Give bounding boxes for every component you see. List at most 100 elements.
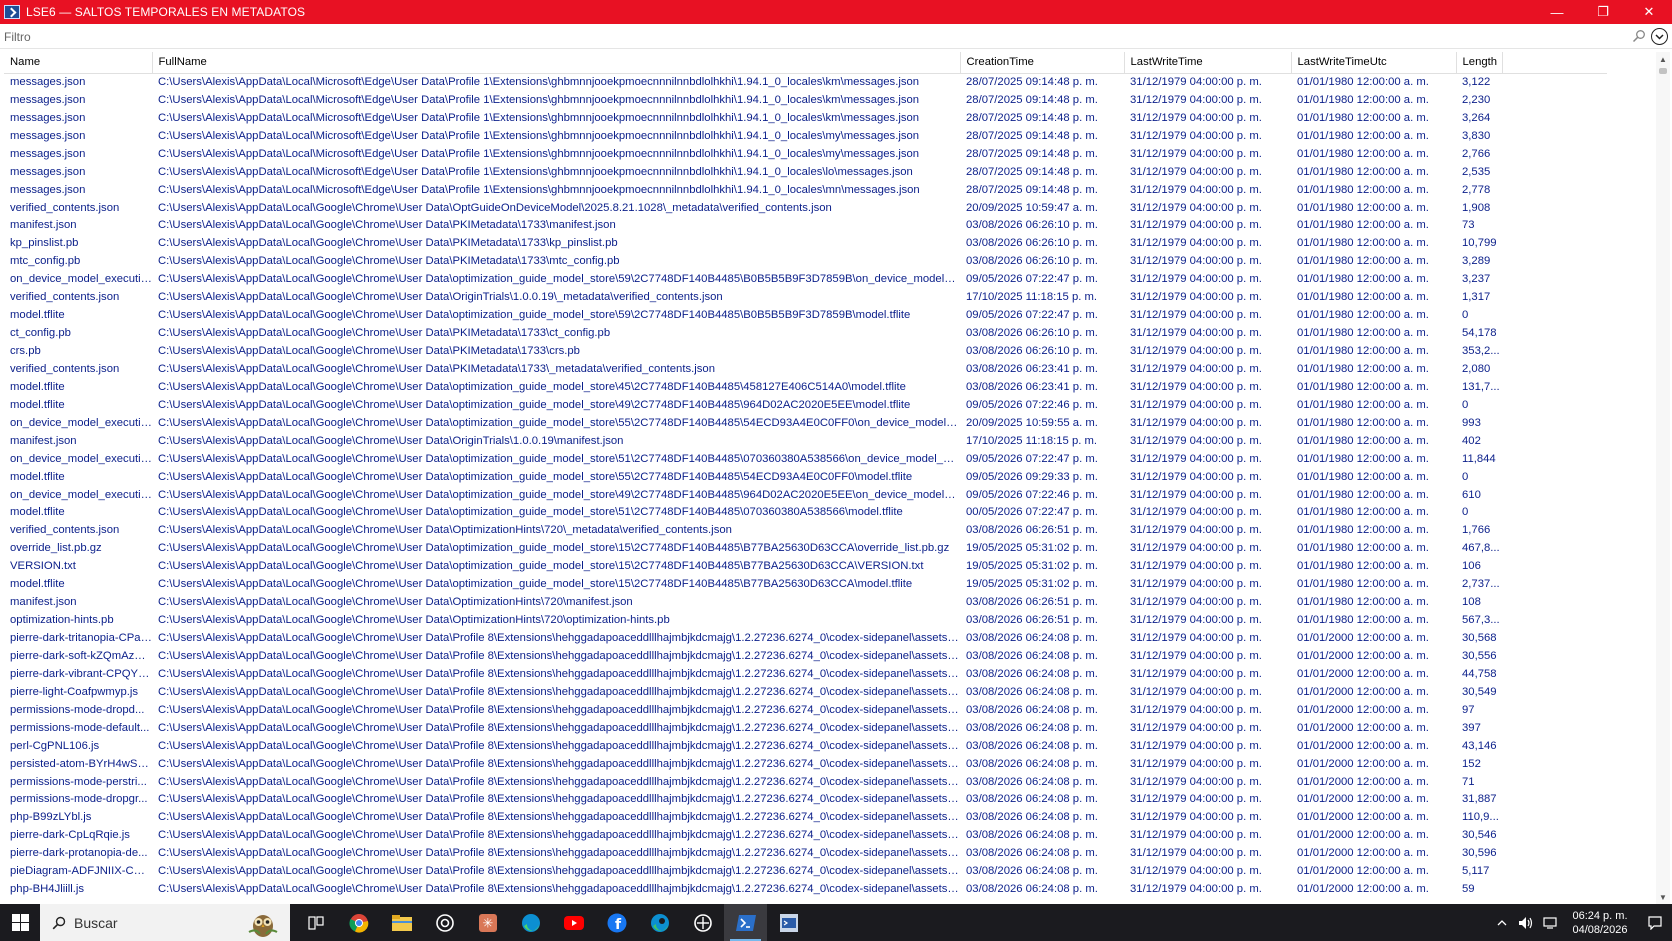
table-row[interactable]: on_device_model_executio... C:\Users\Alex… [4,414,1607,432]
file-explorer-icon[interactable] [380,904,423,941]
taskbar-clock[interactable]: 06:24 p. m. 04/08/2026 [1562,909,1638,937]
table-row[interactable]: messages.json C:\Users\Alexis\AppData\Loc… [4,91,1607,109]
table-row[interactable]: messages.json C:\Users\Alexis\AppData\Loc… [4,163,1607,181]
ise-icon[interactable] [767,904,810,941]
cell-name: messages.json [10,129,86,142]
table-row[interactable]: persisted-atom-BYrH4wSA.js C:\Users\Alexi… [4,755,1607,773]
close-button[interactable]: ✕ [1626,0,1672,24]
start-button[interactable] [0,904,40,941]
cell-creation-time: 03/08/2026 06:24:08 p. m. [966,811,1098,824]
chatgpt-icon[interactable] [423,904,466,941]
task-view-icon[interactable] [294,904,337,941]
vertical-scrollbar[interactable]: ▲ ▼ [1656,52,1670,904]
table-row[interactable]: pierre-dark-CpLqRqie.js C:\Users\Alexis\A… [4,826,1607,844]
network-icon[interactable] [1538,904,1562,941]
table-row[interactable]: VERSION.txt C:\Users\Alexis\AppData\Local… [4,557,1607,575]
table-row[interactable]: model.tflite C:\Users\Alexis\AppData\Loca… [4,306,1607,324]
minimize-button[interactable]: — [1534,0,1580,24]
table-row[interactable]: messages.json C:\Users\Alexis\AppData\Loc… [4,109,1607,127]
table-row[interactable]: on_device_model_executio... C:\Users\Alex… [4,486,1607,504]
youtube-icon[interactable] [552,904,595,941]
cell-creation-time: 19/05/2025 05:31:02 p. m. [966,578,1098,591]
table-row[interactable]: permissions-mode-dropd... C:\Users\Alexis… [4,701,1607,719]
table-row[interactable]: pierre-dark-vibrant-CPQYzr... C:\Users\Al… [4,665,1607,683]
table-row[interactable]: pierre-dark-tritanopia-CPai... C:\Users\A… [4,629,1607,647]
table-row[interactable]: pierre-light-Coafpwmyp.js C:\Users\Alexis… [4,683,1607,701]
cell-length: 73 [1462,219,1475,232]
cell-last-write-time-utc: 01/01/1980 12:00:00 a. m. [1297,165,1429,178]
powershell-icon[interactable] [724,904,767,941]
table-row[interactable]: model.tflite C:\Users\Alexis\AppData\Loca… [4,504,1607,522]
table-row[interactable]: model.tflite C:\Users\Alexis\AppData\Loca… [4,575,1607,593]
search-icon[interactable] [1632,29,1646,43]
table-row[interactable]: optimization-hints.pb C:\Users\Alexis\App… [4,611,1607,629]
cell-last-write-time-utc: 01/01/2000 12:00:00 a. m. [1297,739,1429,752]
chrome-icon[interactable] [337,904,380,941]
column-header-name[interactable]: Name [4,52,153,74]
table-row[interactable]: verified_contents.json C:\Users\Alexis\Ap… [4,199,1607,217]
restore-button[interactable]: ❐ [1580,0,1626,24]
cell-length: 1,317 [1462,291,1491,304]
table-row[interactable]: manifest.json C:\Users\Alexis\AppData\Loc… [4,432,1607,450]
table-row[interactable]: messages.json C:\Users\Alexis\AppData\Loc… [4,73,1607,91]
cell-last-write-time-utc: 01/01/2000 12:00:00 a. m. [1297,865,1429,878]
volume-icon[interactable] [1514,904,1538,941]
column-header-last-write-time-utc[interactable]: LastWriteTimeUtc [1291,52,1457,74]
table-row[interactable]: php-B99zLYbl.js C:\Users\Alexis\AppData\L… [4,808,1607,826]
table-row[interactable]: manifest.json C:\Users\Alexis\AppData\Loc… [4,593,1607,611]
scroll-down-icon[interactable]: ▼ [1656,890,1670,904]
notifications-icon[interactable] [1638,915,1672,930]
table-row[interactable]: verified_contents.json C:\Users\Alexis\Ap… [4,360,1607,378]
cell-filler [1502,414,1607,432]
claude-icon[interactable]: ✳ [466,904,509,941]
table-row[interactable]: model.tflite C:\Users\Alexis\AppData\Loca… [4,468,1607,486]
table-row[interactable]: mtc_config.pb C:\Users\Alexis\AppData\Loc… [4,252,1607,270]
cell-length: 3,237 [1462,273,1491,286]
taskbar-search-label: Buscar [74,914,118,931]
chevron-up-icon[interactable] [1490,904,1514,941]
table-row[interactable]: permissions-mode-perstri... C:\Users\Alex… [4,773,1607,791]
filter-input[interactable] [4,28,1624,46]
table-row[interactable]: pierre-dark-soft-kZQmAzM... C:\Users\Alex… [4,647,1607,665]
table-row[interactable]: override_list.pb.gz C:\Users\Alexis\AppDa… [4,539,1607,557]
table-row[interactable]: perl-CgPNL106.js C:\Users\Alexis\AppData\… [4,737,1607,755]
column-header-length[interactable]: Length [1456,52,1503,74]
scroll-thumb[interactable] [1659,68,1667,74]
table-row[interactable]: messages.json C:\Users\Alexis\AppData\Loc… [4,145,1607,163]
edge-icon[interactable] [509,904,552,941]
facebook-icon[interactable]: f [595,904,638,941]
table-row[interactable]: on_device_model_executio... C:\Users\Alex… [4,450,1607,468]
cell-fullname: C:\Users\Alexis\AppData\Local\Microsoft\… [158,111,920,124]
column-header-last-write-time[interactable]: LastWriteTime [1124,52,1292,74]
table-row[interactable]: php-BH4Jliill.js C:\Users\Alexis\AppData\… [4,880,1607,898]
table-row[interactable]: pieDiagram-ADFJNIIX-CW... C:\Users\Alexis… [4,862,1607,880]
cell-filler [1502,324,1607,342]
cell-last-write-time: 31/12/1979 04:00:00 p. m. [1130,524,1262,537]
cell-name: on_device_model_executio... [10,416,152,429]
scroll-up-icon[interactable]: ▲ [1656,52,1670,66]
cell-last-write-time-utc: 01/01/2000 12:00:00 a. m. [1297,829,1429,842]
table-row[interactable]: permissions-mode-default... C:\Users\Alex… [4,719,1607,737]
cell-name: messages.json [10,147,86,160]
expand-criteria-icon[interactable] [1651,28,1668,45]
table-row[interactable]: verified_contents.json C:\Users\Alexis\Ap… [4,521,1607,539]
table-row[interactable]: messages.json C:\Users\Alexis\AppData\Loc… [4,127,1607,145]
table-row[interactable]: crs.pb C:\Users\Alexis\AppData\Local\Goog… [4,342,1607,360]
table-row[interactable]: kp_pinslist.pb C:\Users\Alexis\AppData\Lo… [4,234,1607,252]
edge-dev-icon[interactable] [638,904,681,941]
taskbar-search[interactable]: Buscar [40,904,290,941]
table-row[interactable]: messages.json C:\Users\Alexis\AppData\Loc… [4,181,1607,199]
table-row[interactable]: verified_contents.json C:\Users\Alexis\Ap… [4,288,1607,306]
table-row[interactable]: manifest.json C:\Users\Alexis\AppData\Loc… [4,217,1607,235]
cell-length: 353,2... [1462,345,1500,358]
column-header-fullname[interactable]: FullName [152,52,961,74]
table-row[interactable]: model.tflite C:\Users\Alexis\AppData\Loca… [4,378,1607,396]
table-row[interactable]: ct_config.pb C:\Users\Alexis\AppData\Loca… [4,324,1607,342]
cell-last-write-time-utc: 01/01/1980 12:00:00 a. m. [1297,542,1429,555]
column-header-creation-time[interactable]: CreationTime [960,52,1125,74]
table-row[interactable]: on_device_model_executio... C:\Users\Alex… [4,270,1607,288]
table-row[interactable]: permissions-mode-dropgr... C:\Users\Alexi… [4,791,1607,809]
openai-icon[interactable] [681,904,724,941]
table-row[interactable]: model.tflite C:\Users\Alexis\AppData\Loca… [4,396,1607,414]
table-row[interactable]: pierre-dark-protanopia-de... C:\Users\Ale… [4,844,1607,862]
